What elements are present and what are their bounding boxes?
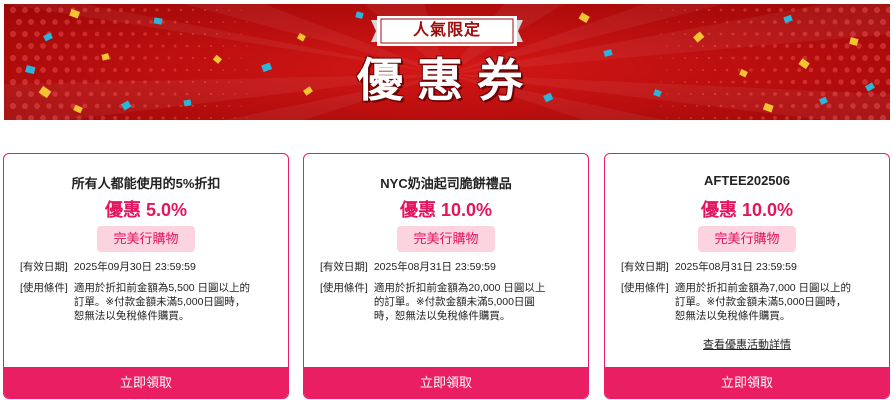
- coupon-card: AFTEE202506 優惠 10.0% 完美行購物 [有效日期] 2025年0…: [604, 153, 890, 399]
- coupon-banner: 人氣限定 優惠券: [4, 4, 890, 120]
- expiry-value: 2025年08月31日 23:59:59: [674, 261, 797, 273]
- condition-line: 訂單。※付款金額未滿5,000日圓時，: [73, 296, 246, 308]
- coupon-details-link[interactable]: 查看優惠活動詳情: [605, 336, 889, 352]
- expiry-label: [有效日期]: [621, 261, 669, 273]
- condition-label: [使用條件]: [20, 282, 68, 294]
- condition-line: 適用於折扣前金額為7,000 日圓以上的: [674, 282, 852, 294]
- claim-coupon-button[interactable]: 立即領取: [4, 367, 288, 398]
- coupon-card: NYC奶油起司脆餅禮品 優惠 10.0% 完美行購物 [有效日期] 2025年0…: [303, 153, 589, 399]
- coupon-discount: 優惠 10.0%: [399, 200, 493, 220]
- claim-coupon-button[interactable]: 立即領取: [304, 367, 588, 398]
- condition-label: [使用條件]: [621, 282, 669, 294]
- condition-line: 恕無法以免稅條件購買。: [674, 310, 791, 322]
- expiry-row: [有效日期] 2025年09月30日 23:59:59: [20, 260, 278, 274]
- expiry-value: 2025年08月31日 23:59:59: [373, 261, 496, 273]
- coupon-title: 所有人都能使用的5%折扣: [71, 176, 221, 191]
- coupon-title: NYC奶油起司脆餅禮品: [380, 176, 512, 191]
- condition-text: 適用於折扣前金額為5,500 日圓以上的 訂單。※付款金額未滿5,000日圓時，…: [74, 281, 250, 323]
- condition-row: [使用條件] 適用於折扣前金額為20,000 日圓以上 的訂單。※付款金額未滿5…: [320, 281, 578, 323]
- condition-label: [使用條件]: [320, 282, 368, 294]
- condition-text: 適用於折扣前金額為20,000 日圓以上 的訂單。※付款金額未滿5,000日圓 …: [374, 281, 546, 323]
- condition-line: 恕無法以免稅條件購買。: [73, 310, 190, 322]
- condition-line: 的訂單。※付款金額未滿5,000日圓: [373, 296, 535, 308]
- coupon-title: AFTEE202506: [704, 173, 790, 188]
- condition-row: [使用條件] 適用於折扣前金額為7,000 日圓以上的 訂單。※付款金額未滿5,…: [621, 281, 879, 323]
- coupon-card: 所有人都能使用的5%折扣 優惠 5.0% 完美行購物 [有效日期] 2025年0…: [3, 153, 289, 399]
- coupon-tag: 完美行購物: [698, 226, 796, 252]
- coupon-tag: 完美行購物: [97, 226, 195, 252]
- banner-title: 優惠券: [357, 53, 537, 107]
- coupon-tag: 完美行購物: [397, 226, 495, 252]
- condition-line: 訂單。※付款金額未滿5,000日圓時，: [674, 296, 847, 308]
- coupon-discount: 優惠 5.0%: [104, 200, 188, 220]
- condition-line: 適用於折扣前金額為5,500 日圓以上的: [73, 282, 251, 294]
- expiry-value: 2025年09月30日 23:59:59: [73, 261, 196, 273]
- expiry-label: [有效日期]: [20, 261, 68, 273]
- condition-row: [使用條件] 適用於折扣前金額為5,500 日圓以上的 訂單。※付款金額未滿5,…: [20, 281, 278, 323]
- claim-coupon-button[interactable]: 立即領取: [605, 367, 889, 398]
- condition-line: 適用於折扣前金額為20,000 日圓以上: [373, 282, 546, 294]
- expiry-label: [有效日期]: [320, 261, 368, 273]
- coupon-discount: 優惠 10.0%: [700, 200, 794, 220]
- expiry-row: [有效日期] 2025年08月31日 23:59:59: [621, 260, 879, 274]
- condition-text: 適用於折扣前金額為7,000 日圓以上的 訂單。※付款金額未滿5,000日圓時，…: [675, 281, 851, 323]
- ribbon-label: 人氣限定: [412, 22, 481, 39]
- expiry-row: [有效日期] 2025年08月31日 23:59:59: [320, 260, 578, 274]
- condition-line: 時，恕無法以免稅條件購買。: [373, 310, 511, 322]
